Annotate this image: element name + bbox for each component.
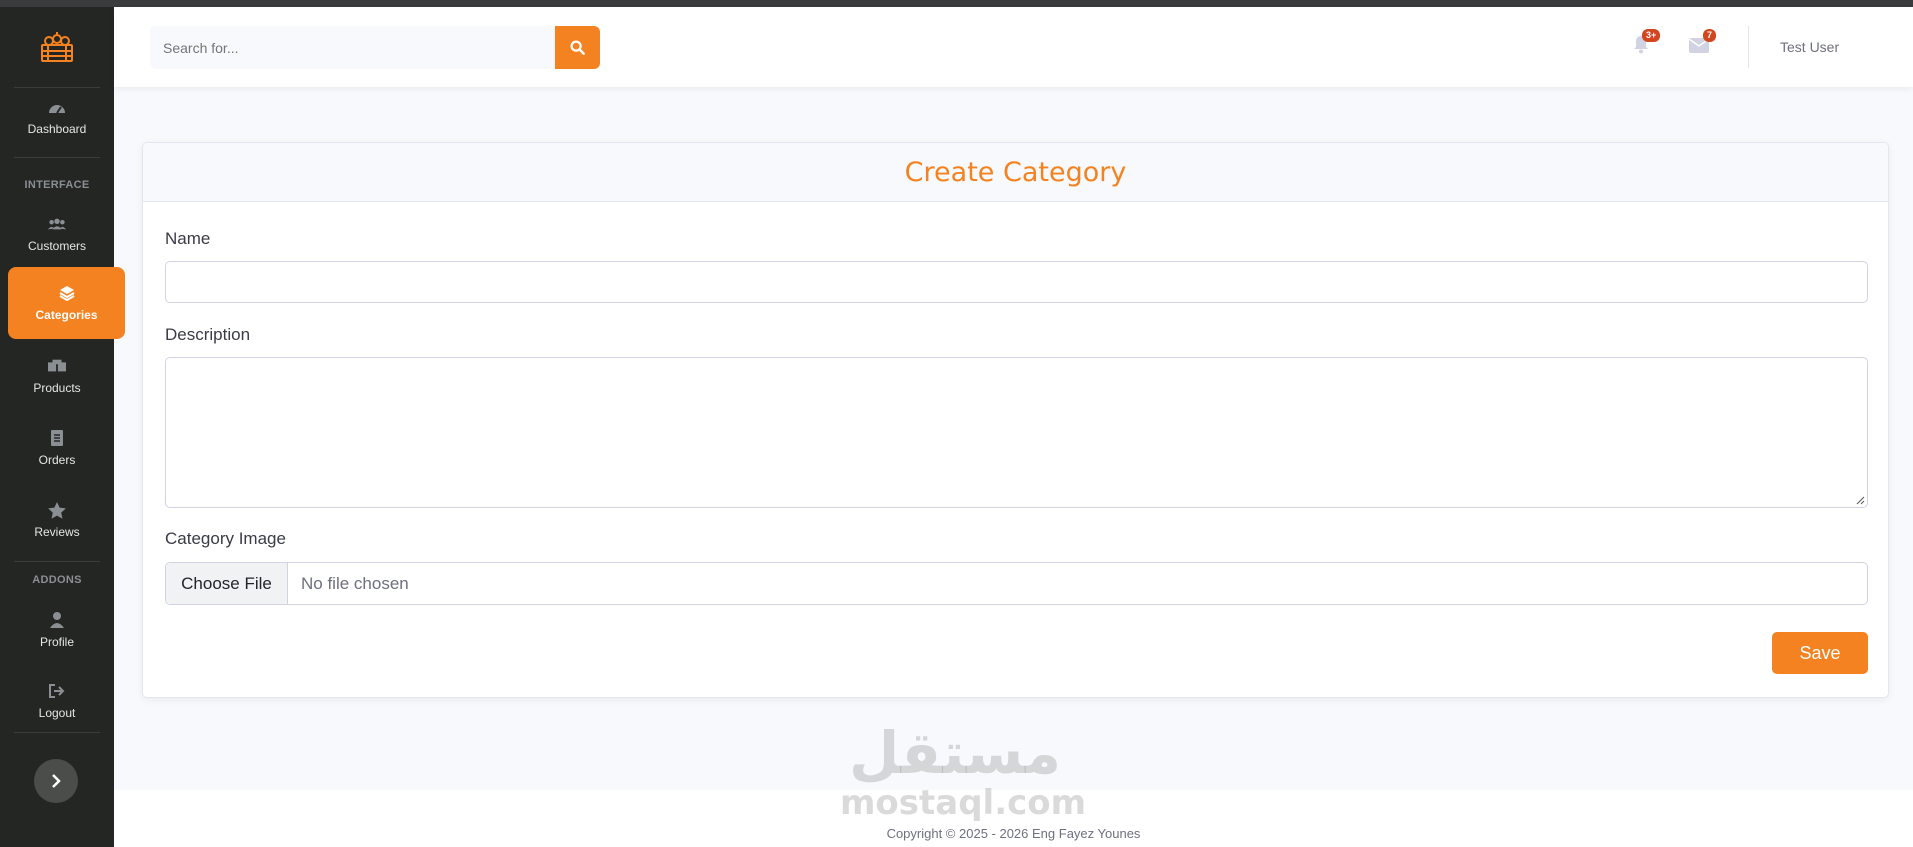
brand-logo[interactable] <box>0 7 114 87</box>
description-textarea[interactable] <box>165 357 1868 508</box>
footer: Copyright © 2025 - 2026 Eng Fayez Younes <box>114 790 1913 847</box>
sidebar-item-logout[interactable]: Logout <box>0 670 114 732</box>
messages-badge: 7 <box>1703 29 1717 42</box>
page-title: Create Category <box>904 156 1127 188</box>
sidebar-item-products[interactable]: Products <box>0 345 114 407</box>
sidebar-item-label: Reviews <box>34 525 80 539</box>
user-menu[interactable]: Test User <box>1780 39 1839 55</box>
create-category-card: Create Category Name Description Categor… <box>142 142 1889 698</box>
file-status: No file chosen <box>301 573 409 593</box>
sidebar-item-customers[interactable]: Customers <box>0 207 114 261</box>
chevron-right-icon <box>52 774 61 788</box>
sidebar: Dashboard INTERFACE Customers Categories… <box>0 7 125 847</box>
search-input[interactable] <box>150 26 555 69</box>
boxes-icon <box>48 357 66 375</box>
search-button[interactable] <box>555 26 600 69</box>
alerts-button[interactable]: 3+ <box>1632 29 1661 57</box>
topbar-divider <box>1748 26 1749 68</box>
sidebar-item-label: Dashboard <box>27 122 87 136</box>
sidebar-item-reviews[interactable]: Reviews <box>0 489 114 551</box>
card-header: Create Category <box>143 143 1888 202</box>
sidebar-item-label: Logout <box>38 706 76 720</box>
sidebar-divider <box>14 732 100 733</box>
category-image-label: Category Image <box>165 529 286 548</box>
copyright-text: Copyright © 2025 - 2026 Eng Fayez Younes <box>886 826 1141 841</box>
resize-handle-icon[interactable] <box>1856 496 1865 505</box>
sidebar-toggle-button[interactable] <box>34 759 78 803</box>
sidebar-item-label: Customers <box>27 239 86 253</box>
name-field[interactable] <box>165 261 1868 303</box>
document-icon <box>48 429 66 447</box>
topbar: 3+ 7 Test User <box>114 7 1913 87</box>
sign-out-icon <box>48 682 66 700</box>
users-icon <box>48 215 66 233</box>
watermark-arabic: مستقل <box>848 719 1062 787</box>
sidebar-item-label: Profile <box>39 635 74 649</box>
category-image-file-input[interactable]: Choose File No file chosen <box>165 562 1868 605</box>
search-bar <box>150 26 600 69</box>
sidebar-divider <box>14 157 100 158</box>
search-icon <box>570 40 585 55</box>
section-heading-interface: INTERFACE <box>24 179 90 191</box>
vegetable-crate-icon <box>41 32 73 62</box>
messages-button[interactable]: 7 <box>1688 29 1717 57</box>
window-top-strip <box>0 0 1913 7</box>
star-icon <box>48 501 66 519</box>
name-label: Name <box>165 229 211 248</box>
sidebar-item-orders[interactable]: Orders <box>0 417 114 479</box>
sidebar-item-label: Categories <box>35 308 98 322</box>
description-label: Description <box>165 325 251 344</box>
choose-file-button[interactable]: Choose File <box>166 563 288 604</box>
sidebar-item-dashboard[interactable]: Dashboard <box>0 87 114 147</box>
dashboard-gauge-icon <box>48 98 66 116</box>
sidebar-item-profile[interactable]: Profile <box>0 599 114 661</box>
sidebar-item-categories[interactable]: Categories <box>8 267 125 339</box>
sidebar-item-label: Products <box>33 381 81 395</box>
section-heading-addons: ADDONS <box>32 574 82 586</box>
sidebar-divider <box>14 561 100 562</box>
user-icon <box>48 611 66 629</box>
alerts-badge: 3+ <box>1642 29 1661 42</box>
save-button[interactable]: Save <box>1772 632 1868 674</box>
layers-icon <box>58 284 76 302</box>
sidebar-item-label: Orders <box>38 453 76 467</box>
